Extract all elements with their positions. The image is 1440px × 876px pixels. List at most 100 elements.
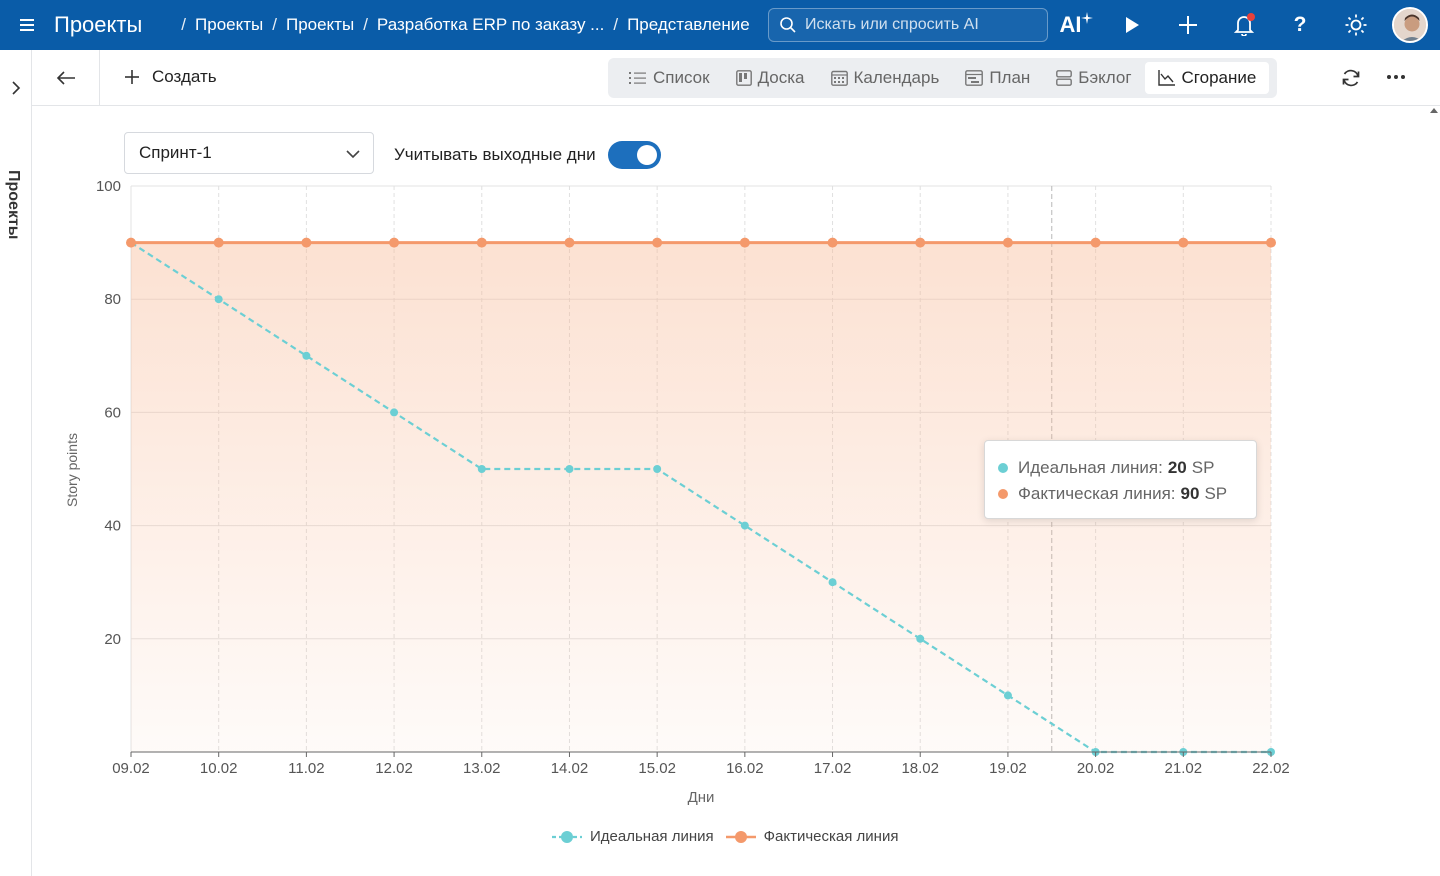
chart-tooltip: Идеальная линия: 20 SP Фактическая линия: 9…	[984, 440, 1257, 519]
menu-icon[interactable]	[20, 19, 42, 31]
x-tick-label: 11.02	[288, 760, 324, 777]
actual-marker	[998, 489, 1008, 499]
side-rail: Проекты	[0, 50, 32, 876]
board-icon	[735, 70, 752, 86]
weekends-label: Учитывать выходные дни	[394, 145, 596, 164]
breadcrumb-item[interactable]: Разработка ERP по заказу ...	[377, 15, 604, 35]
theme-toggle-button[interactable]	[1328, 0, 1384, 50]
plus-icon	[1179, 16, 1197, 34]
play-icon	[1126, 17, 1139, 33]
ideal-point	[828, 578, 837, 587]
toolbar: Создать Список Доска Календарь План Бэкл…	[32, 50, 1440, 106]
expand-sidebar-icon[interactable]	[9, 80, 23, 96]
actual-point	[739, 237, 750, 248]
scroll-up-arrow[interactable]	[1430, 108, 1438, 113]
tooltip-actual-row: Фактическая линия: 90 SP	[998, 481, 1256, 507]
add-button[interactable]	[1160, 0, 1216, 50]
tab-board[interactable]: Доска	[723, 62, 818, 94]
create-button[interactable]: Создать	[124, 67, 217, 87]
ideal-point	[565, 465, 574, 473]
x-tick-label: 16.02	[726, 760, 764, 777]
plus-icon	[125, 70, 139, 84]
ai-assistant-button[interactable]: AI	[1048, 0, 1104, 50]
ideal-point	[390, 408, 399, 417]
sparkle-icon	[1080, 12, 1093, 24]
plan-icon	[965, 70, 984, 86]
y-tick-label: 80	[104, 291, 121, 308]
ideal-point	[916, 634, 925, 643]
play-button[interactable]	[1104, 0, 1160, 50]
actual-point	[389, 237, 400, 248]
arrow-left-icon	[56, 71, 75, 85]
rail-label[interactable]: Проекты	[4, 170, 22, 239]
ideal-point	[1267, 748, 1275, 756]
legend-marker-ideal	[552, 830, 582, 843]
chart-legend: Идеальная линия Фактическая линия	[552, 828, 910, 845]
breadcrumb-item[interactable]: Проекты	[286, 15, 354, 35]
breadcrumb-item[interactable]: Проекты	[195, 15, 263, 35]
breadcrumb: / Проекты / Проекты / Разработка ERP по …	[181, 15, 750, 35]
legend-item-actual[interactable]: Фактическая линия	[725, 828, 898, 845]
actual-point	[1266, 237, 1276, 248]
avatar-image	[1394, 9, 1426, 41]
calendar-icon	[830, 70, 848, 86]
breadcrumb-item-current[interactable]: Представление	[627, 15, 750, 35]
toggle-knob	[637, 145, 657, 165]
ideal-point	[740, 521, 749, 530]
x-tick-label: 19.02	[989, 760, 1027, 777]
app-title[interactable]: Проекты	[54, 12, 142, 38]
ideal-marker	[998, 463, 1008, 473]
y-axis-label: Story points	[64, 433, 80, 507]
actual-point	[301, 237, 312, 248]
ideal-point	[302, 351, 311, 360]
tab-burndown[interactable]: Сгорание	[1144, 62, 1270, 94]
notification-badge	[1247, 13, 1255, 21]
more-icon[interactable]	[1386, 66, 1406, 88]
refresh-icon[interactable]	[1340, 67, 1362, 89]
notifications-button[interactable]	[1216, 0, 1272, 50]
x-tick-label: 21.02	[1165, 760, 1203, 777]
x-tick-label: 12.02	[375, 760, 413, 777]
burndown-panel: Спринт-1 Учитывать выходные дни 20 40 60 80…	[32, 106, 1440, 876]
actual-point	[1178, 237, 1189, 248]
create-label: Создать	[152, 67, 217, 86]
actual-point	[476, 237, 487, 248]
y-tick-label: 40	[104, 518, 121, 535]
x-tick-label: 20.02	[1077, 760, 1115, 777]
ideal-point	[1003, 691, 1012, 700]
ideal-point	[653, 465, 662, 473]
list-icon	[629, 72, 646, 84]
tab-list[interactable]: Список	[616, 62, 723, 94]
chevron-down-icon	[346, 150, 360, 159]
tooltip-ideal-row: Идеальная линия: 20 SP	[998, 455, 1256, 481]
x-tick-label: 09.02	[112, 760, 150, 777]
y-tick-label: 60	[104, 404, 121, 421]
ideal-point	[477, 465, 486, 473]
backlog-icon	[1056, 70, 1073, 86]
tab-plan[interactable]: План	[952, 62, 1043, 94]
actual-point	[1002, 237, 1013, 248]
help-button[interactable]: ?	[1272, 0, 1328, 50]
legend-marker-actual	[725, 830, 756, 843]
search-icon	[780, 17, 796, 33]
sprint-select[interactable]: Спринт-1	[124, 132, 374, 174]
user-avatar[interactable]	[1392, 7, 1428, 43]
search-box[interactable]	[768, 8, 1048, 42]
actual-point	[1090, 237, 1101, 248]
sprint-select-value: Спринт-1	[139, 143, 212, 162]
x-tick-label: 13.02	[463, 760, 501, 777]
y-tick-label: 100	[96, 178, 121, 195]
legend-item-ideal[interactable]: Идеальная линия	[552, 828, 714, 845]
x-tick-label: 22.02	[1252, 760, 1290, 777]
ideal-point	[1091, 748, 1100, 756]
ideal-point	[214, 295, 223, 304]
x-axis-label: Дни	[688, 789, 715, 806]
search-input[interactable]	[805, 16, 1035, 34]
actual-point	[652, 237, 663, 248]
back-button[interactable]	[32, 50, 100, 106]
x-tick-label: 15.02	[638, 760, 676, 777]
actual-point	[564, 237, 575, 248]
tab-calendar[interactable]: Календарь	[818, 62, 953, 94]
weekends-toggle[interactable]	[608, 141, 661, 169]
tab-backlog[interactable]: Бэклог	[1043, 62, 1144, 94]
